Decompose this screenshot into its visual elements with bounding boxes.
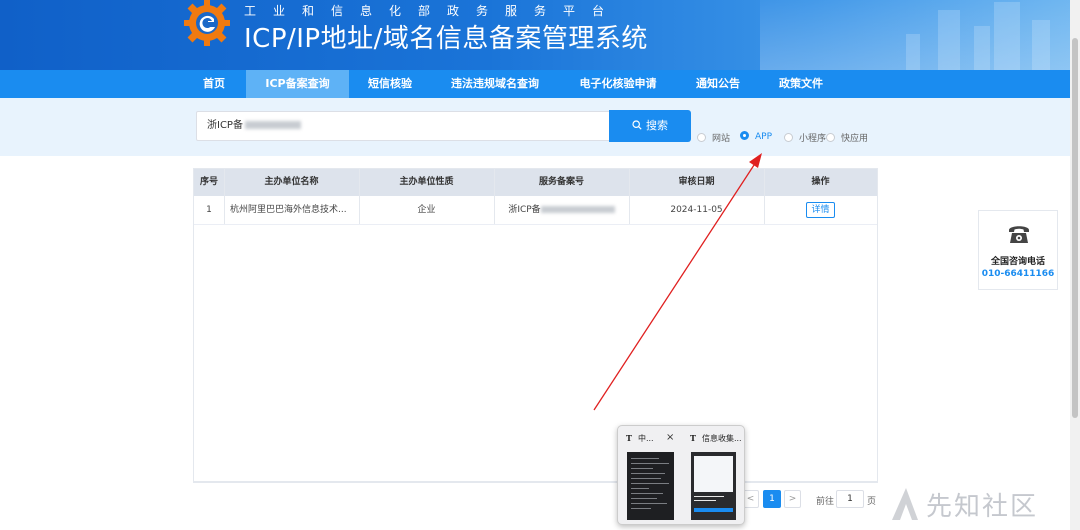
th-org-name: 主办单位名称 — [264, 177, 319, 187]
page-button-current[interactable]: 1 — [763, 490, 781, 508]
skyline-building — [906, 34, 920, 70]
preview-thumbnail-1[interactable] — [627, 452, 674, 520]
radio-website[interactable]: 网站 — [697, 131, 730, 144]
results-table: 序号 主办单位名称 主办单位性质 服务备案号 审核日期 操作 1 杭州阿里巴巴海… — [193, 168, 878, 482]
preview-close-icon[interactable]: × — [666, 432, 674, 443]
cell-index: 1 — [206, 205, 212, 215]
th-action: 操作 — [811, 177, 830, 187]
radio-label: APP — [755, 132, 773, 142]
nav-item-icp-query[interactable]: ICP备案查询 — [246, 70, 349, 98]
radio-label: 网站 — [712, 134, 731, 144]
preview-tab-2[interactable]: T 信息收集... — [690, 433, 742, 444]
cell-review-date: 2024-11-05 — [670, 205, 723, 215]
th-index: 序号 — [199, 177, 218, 187]
th-review-date: 审核日期 — [678, 177, 715, 187]
radio-mini-program[interactable]: 小程序 — [784, 131, 826, 144]
thumbnail-bar — [694, 508, 733, 512]
radio-dot — [697, 133, 706, 142]
page-scrollbar[interactable] — [1070, 0, 1080, 530]
radio-dot — [826, 133, 835, 142]
preview-app-icon: T — [626, 433, 632, 443]
radio-quick-app[interactable]: 快应用 — [826, 131, 868, 144]
consult-label: 全国咨询电话 — [990, 257, 1045, 267]
search-button[interactable]: 搜索 — [609, 110, 691, 142]
table-row: 1 杭州阿里巴巴海外信息技术... 企业 浙ICP备 2024-11-05 详情 — [194, 196, 877, 225]
search-button-label: 搜索 — [646, 119, 668, 132]
header-subtitle: 工业和信息化部政务服务平台 — [244, 4, 622, 18]
nav-item-e-verify[interactable]: 电子化核验申请 — [566, 70, 670, 98]
radio-dot — [740, 131, 749, 140]
watermark-logo-icon — [892, 488, 918, 520]
th-record-number: 服务备案号 — [538, 177, 584, 187]
consult-card[interactable]: 全国咨询电话 010-66411166 — [978, 210, 1058, 290]
table-header: 序号 主办单位名称 主办单位性质 服务备案号 审核日期 操作 — [194, 169, 877, 196]
preview-thumbnail-2[interactable] — [691, 452, 736, 520]
thumbnail-line — [694, 500, 716, 501]
nav-item-illegal-domain[interactable]: 违法违规域名查询 — [436, 70, 554, 98]
redacted-text — [244, 121, 301, 129]
nav-item-sms-verify[interactable]: 短信核验 — [352, 70, 428, 98]
phone-icon — [1009, 226, 1029, 243]
thumbnail-page — [694, 456, 733, 492]
cell-org-type: 企业 — [417, 205, 436, 215]
radio-app[interactable]: APP — [740, 131, 772, 142]
nav-item-policy[interactable]: 政策文件 — [766, 70, 836, 98]
miit-logo-icon — [184, 0, 230, 46]
taskbar-preview: T 中... × T 信息收集... — [617, 425, 745, 525]
page-unit-label: 页 — [867, 497, 877, 507]
radio-label: 快应用 — [841, 134, 869, 144]
pagination-divider — [193, 482, 878, 483]
preview-tab-title: 信息收集... — [701, 434, 742, 443]
preview-tab-1[interactable]: T 中... — [626, 433, 654, 444]
redacted-text — [540, 206, 615, 213]
cell-action: 详情 — [764, 196, 877, 225]
search-icon — [632, 120, 642, 130]
search-section: 浙ICP备 搜索 网站 APP 小程序 快应用 — [0, 98, 1080, 156]
thumbnail-line — [694, 496, 724, 497]
preview-tab-title: 中... — [637, 434, 654, 443]
nav-item-notices[interactable]: 通知公告 — [680, 70, 756, 98]
site-header: 工业和信息化部政务服务平台 ICP/IP地址/域名信息备案管理系统 — [0, 0, 1080, 70]
radio-label: 小程序 — [799, 134, 827, 144]
skyline-building — [974, 26, 990, 70]
goto-label: 前往 — [816, 497, 835, 507]
record-prefix: 浙ICP备 — [508, 205, 541, 215]
scrollbar-thumb[interactable] — [1072, 38, 1078, 418]
nav-item-home[interactable]: 首页 — [184, 70, 244, 98]
cell-org-name: 杭州阿里巴巴海外信息技术... — [230, 205, 347, 215]
main-nav: 首页 ICP备案查询 短信核验 违法违规域名查询 电子化核验申请 通知公告 政策… — [0, 70, 1080, 98]
goto-page-input[interactable]: 1 — [836, 490, 864, 508]
skyline-building — [1032, 20, 1050, 70]
skyline-building — [994, 2, 1020, 70]
next-page-button[interactable]: > — [784, 490, 801, 508]
search-input[interactable]: 浙ICP备 — [196, 111, 610, 141]
th-org-type: 主办单位性质 — [399, 177, 454, 187]
page-title: ICP/IP地址/域名信息备案管理系统 — [244, 24, 648, 54]
detail-button[interactable]: 详情 — [806, 201, 835, 218]
skyline-building — [938, 10, 960, 70]
cell-record-number: 浙ICP备 — [494, 196, 629, 225]
search-input-value: 浙ICP备 — [207, 120, 243, 131]
watermark-text: 先知社区 — [926, 492, 1039, 522]
radio-dot — [784, 133, 793, 142]
preview-app-icon: T — [690, 433, 696, 443]
consult-phone: 010-66411166 — [981, 269, 1055, 279]
